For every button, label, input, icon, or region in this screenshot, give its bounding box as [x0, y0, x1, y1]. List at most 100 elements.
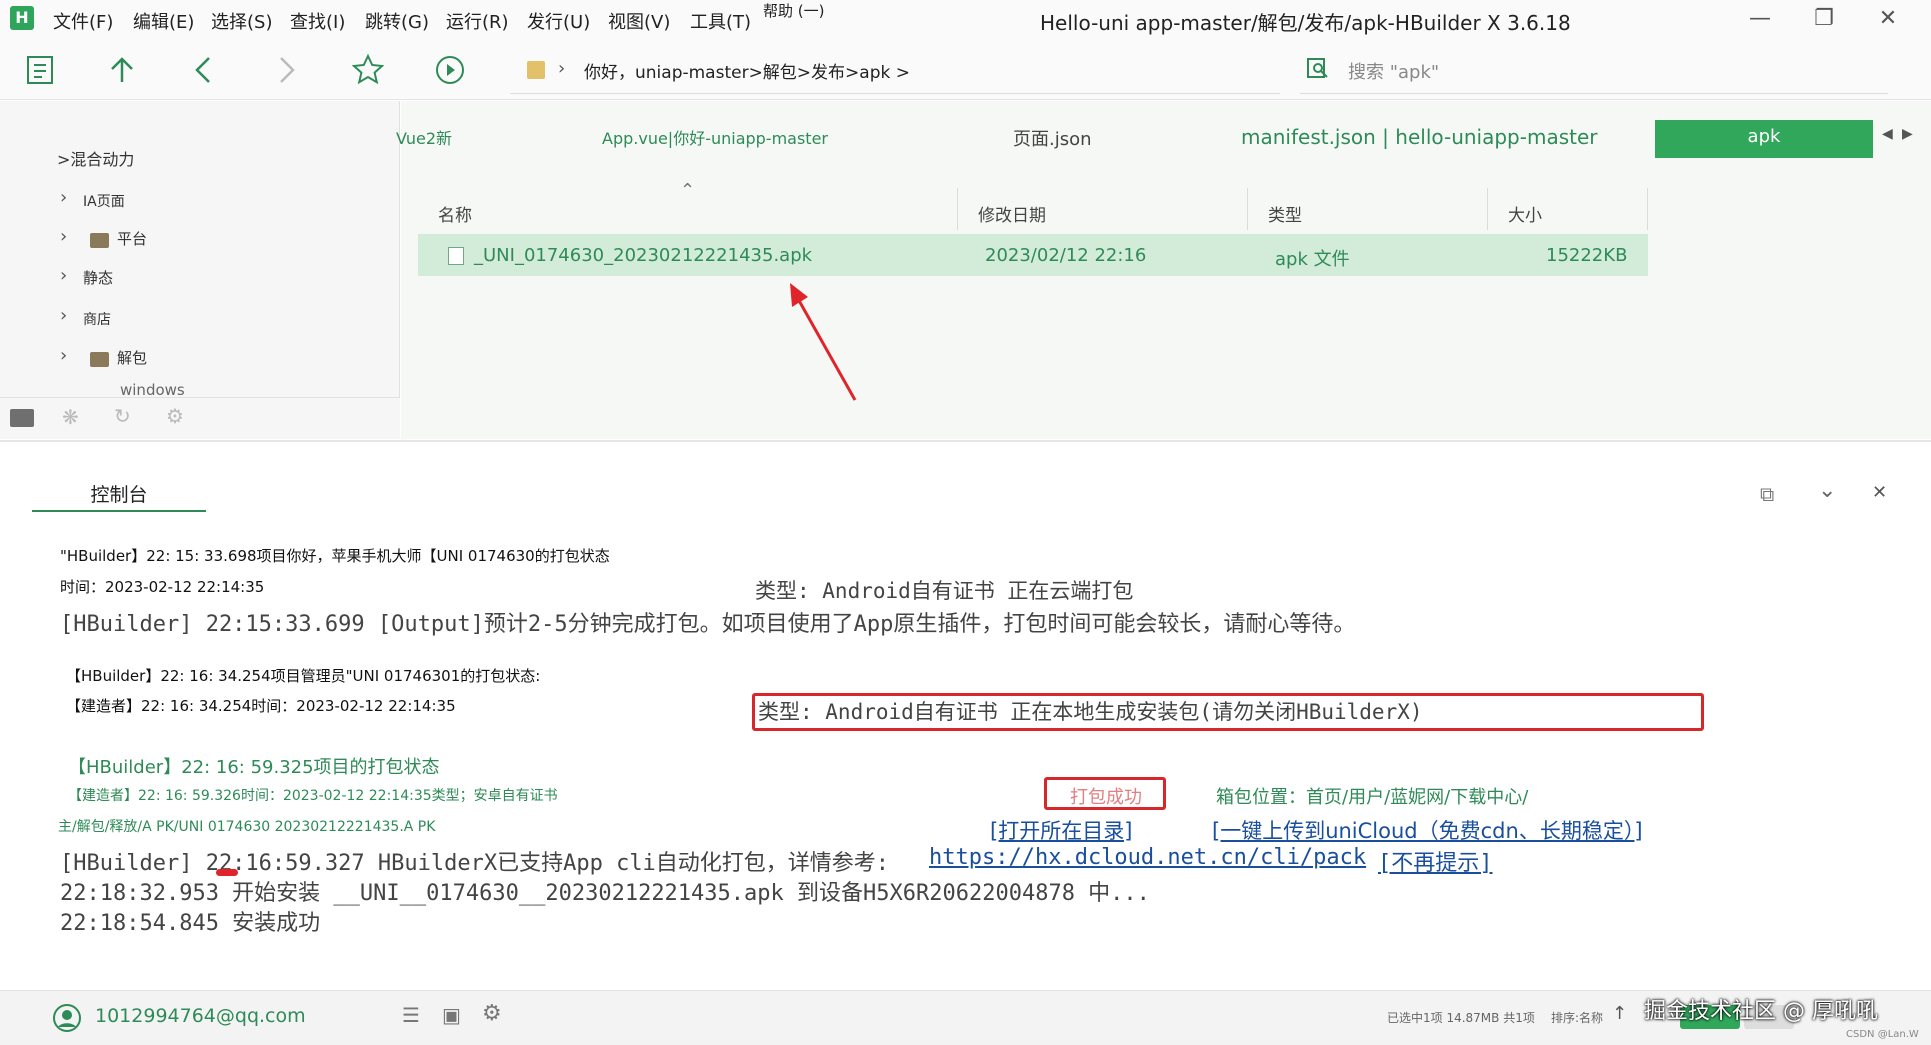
dismiss-tip-link[interactable]: [不再提示]	[1378, 845, 1493, 877]
restore-icon[interactable]: ❐	[1806, 4, 1842, 34]
tab-app-vue[interactable]: App.vue|你好-uniapp-master	[602, 125, 828, 149]
sidebar-item-store[interactable]: › 商店	[0, 301, 390, 335]
column-divider	[1247, 188, 1248, 230]
console-export-icon[interactable]: ⧉	[1760, 482, 1774, 506]
console-line: 主/解包/释放/A PK/UNI 0174630 20230212221435.…	[58, 819, 436, 835]
sidebar-item-label: 静态	[83, 269, 114, 287]
chevron-right-icon: ›	[60, 187, 68, 208]
column-divider	[1647, 188, 1648, 230]
search-icon	[1307, 58, 1328, 78]
panel-divider[interactable]	[0, 440, 1931, 442]
file-list	[401, 171, 1931, 439]
column-header-size[interactable]: 大小	[1508, 201, 1542, 226]
menu-find[interactable]: 查找(I)	[290, 8, 345, 34]
menu-view[interactable]: 视图(V)	[608, 8, 670, 34]
close-icon[interactable]: ✕	[1870, 4, 1906, 34]
chevron-right-icon: ›	[60, 265, 68, 286]
sidebar-item-unpack[interactable]: › 解包	[0, 341, 390, 375]
terminal-icon[interactable]: ▣	[442, 1003, 461, 1027]
console-line: [HBuilder] 22:15:33.699 [Output]预计2-5分钟完…	[60, 612, 1356, 637]
sidebar-item-ia-page[interactable]: › IA页面	[0, 183, 390, 217]
list-icon[interactable]: ☰	[402, 1003, 420, 1027]
sort-info[interactable]: 排序:名称	[1551, 1009, 1603, 1026]
watermark-text: 掘金技术社区 @ 厚吼吼	[1644, 999, 1878, 1024]
sidebar-item-label: windows	[120, 381, 185, 395]
menu-publish[interactable]: 发行(U)	[527, 8, 590, 34]
breadcrumb[interactable]: › 你好，uniap-master>解包>发布>apk >	[510, 50, 1280, 94]
menu-run[interactable]: 运行(R)	[446, 8, 509, 34]
new-file-icon[interactable]	[22, 52, 58, 88]
tab-manifest-json[interactable]: manifest.json | hello-uniapp-master	[1241, 125, 1598, 149]
chevron-right-icon: ›	[60, 345, 68, 366]
sidebar-item-label: 商店	[83, 312, 111, 328]
sidebar-item-windows[interactable]: windows	[0, 381, 390, 395]
sidebar-root-label[interactable]: >混合动力	[57, 146, 134, 170]
chevron-right-icon: ›	[60, 305, 68, 326]
cli-docs-link[interactable]: https://hx.dcloud.net.cn/cli/pack	[929, 845, 1366, 870]
chevron-right-icon: ›	[60, 226, 68, 247]
console-line: 箱包位置：首页/用户/蓝妮网/下载中心/	[1216, 787, 1529, 808]
search-box[interactable]: 搜索 "apk"	[1300, 50, 1888, 94]
tab-apk[interactable]: apk	[1655, 120, 1873, 158]
menu-file[interactable]: 文件(F)	[53, 8, 113, 34]
column-divider	[1487, 188, 1488, 230]
folder-icon	[90, 352, 109, 367]
console-line: 类型: Android自有证书 正在云端打包	[755, 579, 1134, 603]
account-email[interactable]: 1012994764@qq.com	[95, 1005, 306, 1027]
arrow-up-icon[interactable]	[104, 52, 140, 88]
menu-help[interactable]: 帮助 (一)	[763, 0, 824, 21]
bug-icon[interactable]: ❋	[62, 405, 79, 429]
breadcrumb-chevron-icon: ›	[558, 58, 566, 79]
back-icon[interactable]	[186, 52, 222, 88]
upload-unicloud-link[interactable]: [一键上传到uniCloud（免费cdn、长期稳定）]	[1212, 815, 1643, 845]
tab-vue2[interactable]: Vue2新	[396, 125, 452, 149]
sidebar-item-label: 解包	[117, 349, 148, 367]
sidebar-item-label: 平台	[117, 230, 148, 248]
watermark-small: CSDN @Lan.W	[1846, 1029, 1919, 1040]
menu-edit[interactable]: 编辑(E)	[133, 8, 194, 34]
console-line: 类型: Android自有证书 正在本地生成安装包(请勿关闭HBuilderX)	[758, 700, 1423, 724]
annotation-arrow-icon	[790, 283, 857, 401]
open-directory-link[interactable]: [打开所在目录]	[990, 815, 1132, 845]
file-type: apk 文件	[1275, 249, 1350, 270]
sync-icon[interactable]: ↻	[114, 404, 131, 428]
build-success-label: 打包成功	[1070, 787, 1142, 808]
column-header-date[interactable]: 修改日期	[978, 201, 1046, 226]
project-icon	[527, 61, 545, 79]
tab-scroll-left-icon[interactable]: ◀	[1882, 126, 1893, 142]
sidebar-item-static[interactable]: › 静态	[0, 261, 390, 295]
sort-arrow-icon[interactable]: ↑	[1612, 1003, 1627, 1024]
file-icon	[448, 247, 464, 265]
console-line: 【HBuilder】22: 16: 59.325项目的打包状态	[68, 757, 440, 778]
sort-ascending-icon[interactable]: ⌃	[680, 180, 695, 201]
plugin-icon[interactable]: ⚙	[482, 1001, 502, 1026]
file-name: _UNI_0174630_20230212221435.apk	[474, 245, 813, 266]
tab-console[interactable]: 控制台	[32, 480, 206, 512]
folder-icon	[90, 233, 109, 248]
console-line: 22:18:32.953 开始安装 __UNI__0174630__202302…	[60, 881, 1150, 906]
menu-select[interactable]: 选择(S)	[211, 8, 272, 34]
forward-icon[interactable]	[268, 52, 304, 88]
search-input[interactable]: 搜索 "apk"	[1348, 58, 1439, 84]
console-close-icon[interactable]: ✕	[1872, 482, 1887, 503]
column-header-type[interactable]: 类型	[1268, 201, 1302, 226]
minimize-icon[interactable]: —	[1742, 4, 1778, 34]
selection-info: 已选中1项 14.87MB 共1项	[1387, 1011, 1535, 1025]
chevron-down-icon[interactable]: ⌄	[1818, 478, 1836, 503]
column-header-name[interactable]: 名称	[438, 201, 472, 226]
window-title: Hello-uni app-master/解包/发布/apk-HBuilder …	[1040, 11, 1571, 35]
folder-icon[interactable]	[10, 409, 34, 427]
run-icon[interactable]	[432, 52, 468, 88]
user-avatar-icon[interactable]	[52, 1003, 82, 1033]
tab-pages-json[interactable]: 页面.json	[1013, 125, 1092, 151]
console-line: 【建造者】22: 16: 34.254时间：2023-02-12 22:14:3…	[66, 697, 456, 715]
tab-scroll-right-icon[interactable]: ▶	[1902, 126, 1913, 142]
sidebar-item-platform[interactable]: › 平台	[0, 222, 390, 256]
star-icon[interactable]	[350, 52, 386, 88]
menu-goto[interactable]: 跳转(G)	[365, 8, 429, 34]
file-size: 15222KB	[1546, 245, 1628, 266]
menu-tools[interactable]: 工具(T)	[690, 8, 751, 34]
plugin-icon[interactable]: ⚙	[166, 404, 184, 428]
status-bar: 1012994764@qq.com ☰ ▣ ⚙ 已选中1项 14.87MB 共1…	[0, 990, 1931, 1045]
console-line: "HBuilder】22: 15: 33.698项目你好，苹果手机大师【UNI …	[60, 547, 610, 565]
